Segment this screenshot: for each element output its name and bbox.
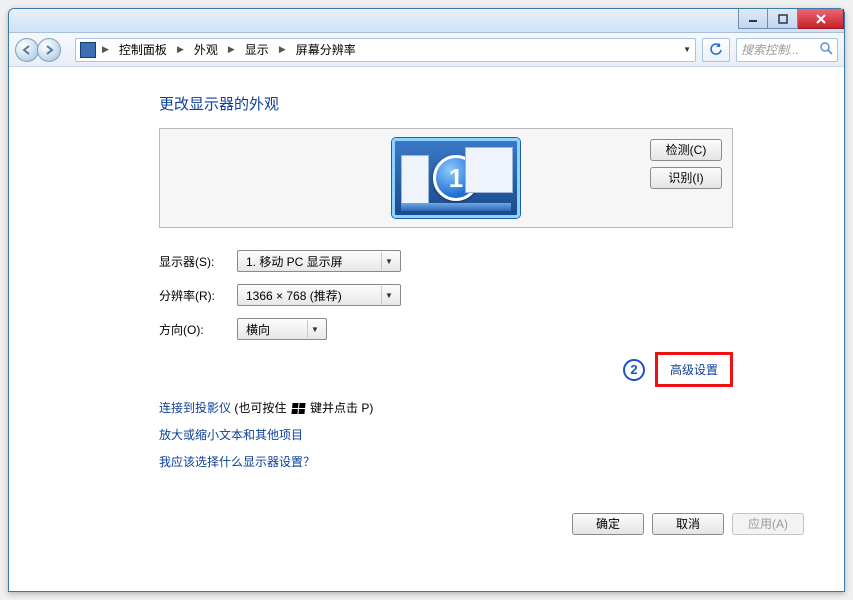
identify-button[interactable]: 识别(I) [650, 167, 722, 189]
ok-button[interactable]: 确定 [572, 513, 644, 535]
annotation-highlight-box: 高级设置 [655, 352, 733, 387]
projector-note: (也可按住 [231, 401, 290, 415]
breadcrumb[interactable]: ▶ 控制面板 ▶ 外观 ▶ 显示 ▶ 屏幕分辨率 ▼ [75, 38, 696, 62]
breadcrumb-item[interactable]: 显示 [241, 39, 273, 60]
windows-key-icon [291, 403, 305, 414]
chevron-down-icon: ▼ [307, 320, 322, 338]
chevron-right-icon[interactable]: ▶ [98, 44, 113, 55]
settings-form: 显示器(S): 1. 移动 PC 显示屏 ▼ 分辨率(R): 1366 × 76… [159, 250, 804, 340]
search-input[interactable]: 搜索控制... [736, 38, 838, 62]
monitor-preview[interactable]: 1 [392, 138, 520, 218]
cancel-button[interactable]: 取消 [652, 513, 724, 535]
resolution-select[interactable]: 1366 × 768 (推荐) ▼ [237, 284, 401, 306]
back-icon[interactable] [15, 38, 39, 62]
chevron-right-icon[interactable]: ▶ [173, 44, 188, 55]
address-bar: ▶ 控制面板 ▶ 外观 ▶ 显示 ▶ 屏幕分辨率 ▼ 搜索控制... [9, 33, 844, 67]
annotation-badge-2: 2 [623, 359, 645, 381]
display-value: 1. 移动 PC 显示屏 [246, 253, 343, 270]
chevron-right-icon[interactable]: ▶ [275, 44, 290, 55]
zoom-text-link[interactable]: 放大或缩小文本和其他项目 [159, 428, 303, 442]
content-area: 更改显示器的外观 1 检测(C) 识别(I) 显示器(S): 1. 移动 PC … [9, 67, 844, 557]
which-settings-link[interactable]: 我应该选择什么显示器设置？ [159, 455, 315, 469]
forward-icon[interactable] [37, 38, 61, 62]
display-preview-box: 1 检测(C) 识别(I) [159, 128, 733, 228]
resolution-value: 1366 × 768 (推荐) [246, 287, 342, 304]
resolution-label: 分辨率(R): [159, 287, 237, 304]
detect-button[interactable]: 检测(C) [650, 139, 722, 161]
minimize-button[interactable] [738, 9, 768, 29]
title-bar [9, 9, 844, 33]
projector-note-2: 键并点击 P) [307, 401, 374, 415]
control-panel-icon [80, 42, 96, 58]
orientation-value: 横向 [246, 321, 270, 338]
breadcrumb-item[interactable]: 屏幕分辨率 [292, 39, 360, 60]
window-thumbnail-icon [465, 147, 513, 193]
orientation-select[interactable]: 横向 ▼ [237, 318, 327, 340]
display-label: 显示器(S): [159, 253, 237, 270]
breadcrumb-item[interactable]: 控制面板 [115, 39, 171, 60]
refresh-button[interactable] [702, 38, 730, 62]
orientation-label: 方向(O): [159, 321, 237, 338]
search-icon [820, 42, 833, 58]
chevron-down-icon: ▼ [381, 286, 396, 304]
apply-button[interactable]: 应用(A) [732, 513, 804, 535]
close-button[interactable] [798, 9, 844, 29]
projector-line: 连接到投影仪 (也可按住 键并点击 P) [159, 399, 804, 416]
page-title: 更改显示器的外观 [159, 93, 804, 114]
chevron-down-icon: ▼ [381, 252, 396, 270]
connect-projector-link[interactable]: 连接到投影仪 [159, 401, 231, 415]
taskbar-icon [401, 203, 511, 211]
nav-back-forward[interactable] [15, 37, 69, 63]
breadcrumb-item[interactable]: 外观 [190, 39, 222, 60]
advanced-row: 2 高级设置 [159, 352, 733, 387]
chevron-down-icon[interactable]: ▼ [683, 45, 691, 54]
maximize-button[interactable] [768, 9, 798, 29]
display-select[interactable]: 1. 移动 PC 显示屏 ▼ [237, 250, 401, 272]
chevron-right-icon[interactable]: ▶ [224, 44, 239, 55]
search-placeholder: 搜索控制... [741, 41, 799, 58]
window-thumbnail-icon [401, 155, 429, 207]
help-links: 连接到投影仪 (也可按住 键并点击 P) 放大或缩小文本和其他项目 我应该选择什… [159, 399, 804, 470]
advanced-settings-link[interactable]: 高级设置 [670, 363, 718, 377]
window-frame: ▶ 控制面板 ▶ 外观 ▶ 显示 ▶ 屏幕分辨率 ▼ 搜索控制... 更改显示器… [8, 8, 845, 592]
footer-buttons: 确定 取消 应用(A) [572, 513, 804, 535]
